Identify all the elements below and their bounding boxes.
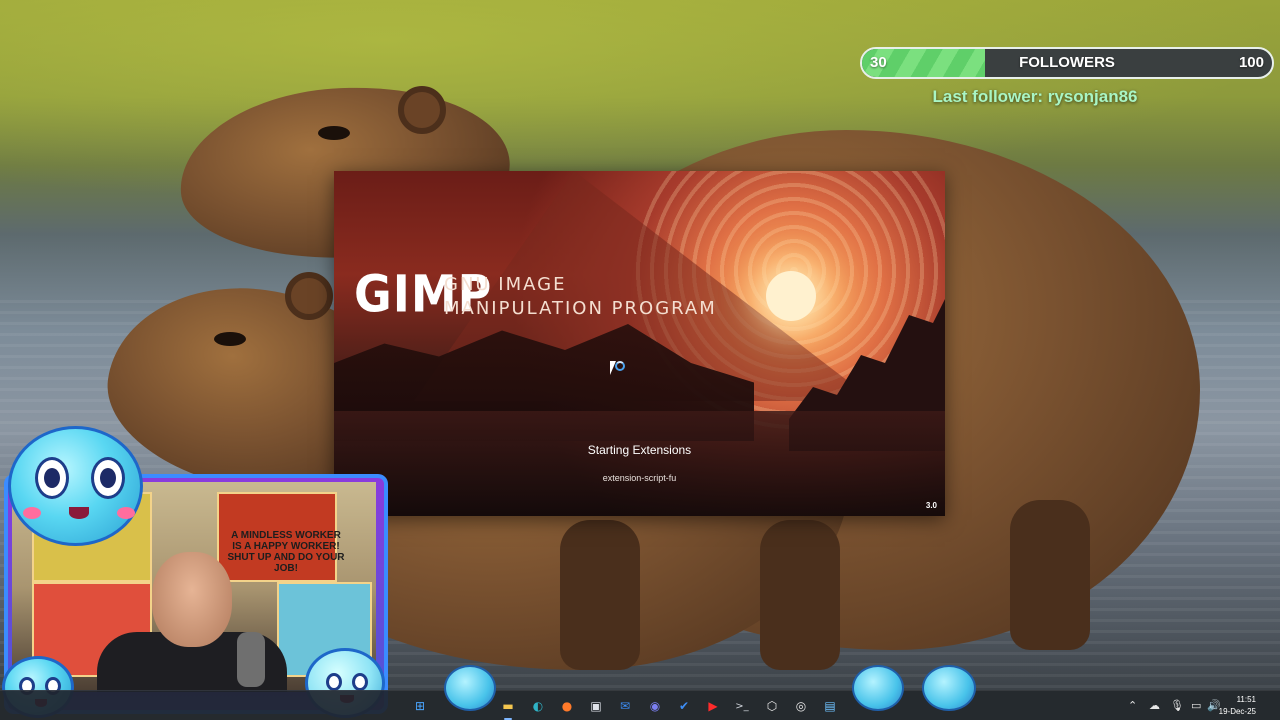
taskbar-mascot-smile-icon — [922, 665, 976, 711]
terminal-icon-glyph: >_ — [735, 700, 749, 712]
webcam-overlay: A MINDLESS WORKER IS A HAPPY WORKER! SHU… — [0, 426, 390, 720]
microphone-icon — [237, 632, 265, 687]
mascot-eye — [35, 457, 69, 499]
mascot-cheek — [23, 507, 41, 519]
gimp-subtitle: GNU IMAGE MANIPULATION PROGRAM — [444, 273, 717, 321]
mascot-pupil — [100, 468, 116, 488]
capybara-eye — [214, 332, 246, 346]
mascot-eye — [326, 673, 342, 691]
mail-icon[interactable]: ✉ — [615, 696, 635, 716]
splash-lake — [334, 411, 945, 516]
tray-chevron-icon[interactable]: ⌃ — [1128, 699, 1137, 712]
follower-target: 100 — [1238, 54, 1264, 71]
store-icon-glyph: ▣ — [590, 699, 602, 713]
mascot-blob-icon — [8, 426, 143, 546]
youtube-icon[interactable]: ▶ — [703, 696, 723, 716]
file-explorer-icon[interactable]: ▬ — [498, 696, 518, 720]
start-icon-glyph: ⊞ — [414, 699, 426, 713]
network-icon[interactable]: ▭ — [1191, 699, 1201, 712]
capybara-eye — [318, 126, 350, 140]
obs-icon[interactable]: ◎ — [791, 696, 811, 716]
notepad-icon-glyph: ▤ — [824, 699, 836, 713]
splash-detail-text: extension-script-fu — [602, 473, 677, 483]
youtube-icon-glyph: ▶ — [708, 699, 718, 713]
follower-label: FOLLOWERS — [1019, 54, 1115, 71]
start-icon[interactable]: ⊞ — [410, 696, 430, 716]
mascot-eye — [91, 457, 125, 499]
edge-icon-glyph: ◐ — [532, 699, 544, 713]
last-follower-text: Last follower: rysonjan86 — [932, 87, 1138, 106]
busy-spinner-icon — [615, 361, 625, 371]
todo-icon-glyph: ✔ — [678, 699, 690, 713]
taskbar-mascot-clown-icon — [852, 665, 904, 711]
gimp-splash-screen: GIMP GNU IMAGE MANIPULATION PROGRAM Star… — [334, 171, 945, 516]
unity-icon[interactable]: ⬡ — [762, 696, 782, 716]
obs-icon-glyph: ◎ — [795, 699, 807, 713]
clock-time: 11:51 — [1236, 695, 1256, 704]
notepad-icon[interactable]: ▤ — [820, 696, 840, 716]
onedrive-icon[interactable]: ☁ — [1149, 699, 1160, 712]
capybara-ear — [285, 272, 333, 320]
gimp-subtitle-line2: MANIPULATION PROGRAM — [444, 298, 717, 319]
capybara-leg — [560, 520, 640, 670]
taskbar: ⊞ ▬ ◐ ● ▣ ✉ ◉ ✔ ▶ >_ ⬡ ◎ ▤ ⌃ ☁ 🎙 ▭ 🔊 11:… — [0, 665, 1280, 720]
splash-version: 3.0 — [925, 501, 937, 510]
todo-icon[interactable]: ✔ — [674, 696, 694, 716]
splash-status-text: Starting Extensions — [587, 443, 692, 457]
microphone-tray-icon[interactable]: 🎙 — [1170, 699, 1184, 712]
poster-text: A MINDLESS WORKER IS A HAPPY WORKER! SHU… — [227, 530, 345, 574]
store-icon[interactable]: ▣ — [586, 696, 606, 716]
mail-icon-glyph: ✉ — [619, 699, 631, 713]
taskbar-clock[interactable]: 11:51 19-Dec-25 — [1219, 694, 1256, 718]
clock-date: 19-Dec-25 — [1218, 707, 1256, 716]
capybara-ear — [398, 86, 446, 134]
firefox-icon[interactable]: ● — [557, 696, 577, 716]
mascot-eye — [352, 673, 368, 691]
capybara-leg — [1010, 500, 1090, 650]
mascot-pupil — [44, 468, 60, 488]
firefox-icon-glyph: ● — [561, 699, 573, 713]
taskbar-mascot-icon — [444, 665, 496, 711]
capybara-leg — [760, 520, 840, 670]
terminal-icon[interactable]: >_ — [732, 696, 752, 716]
streamer-head — [152, 552, 232, 647]
discord-icon[interactable]: ◉ — [645, 696, 665, 716]
follower-goal-bar: 30 FOLLOWERS 100 — [860, 47, 1274, 79]
gimp-subtitle-line1: GNU IMAGE — [444, 274, 567, 295]
mascot-cheek — [117, 507, 135, 519]
splash-sun — [766, 271, 816, 321]
unity-icon-glyph: ⬡ — [766, 699, 778, 713]
edge-icon[interactable]: ◐ — [528, 696, 548, 716]
mascot-mouth — [69, 507, 89, 519]
file-explorer-icon-glyph: ▬ — [502, 699, 514, 713]
discord-icon-glyph: ◉ — [649, 699, 661, 713]
